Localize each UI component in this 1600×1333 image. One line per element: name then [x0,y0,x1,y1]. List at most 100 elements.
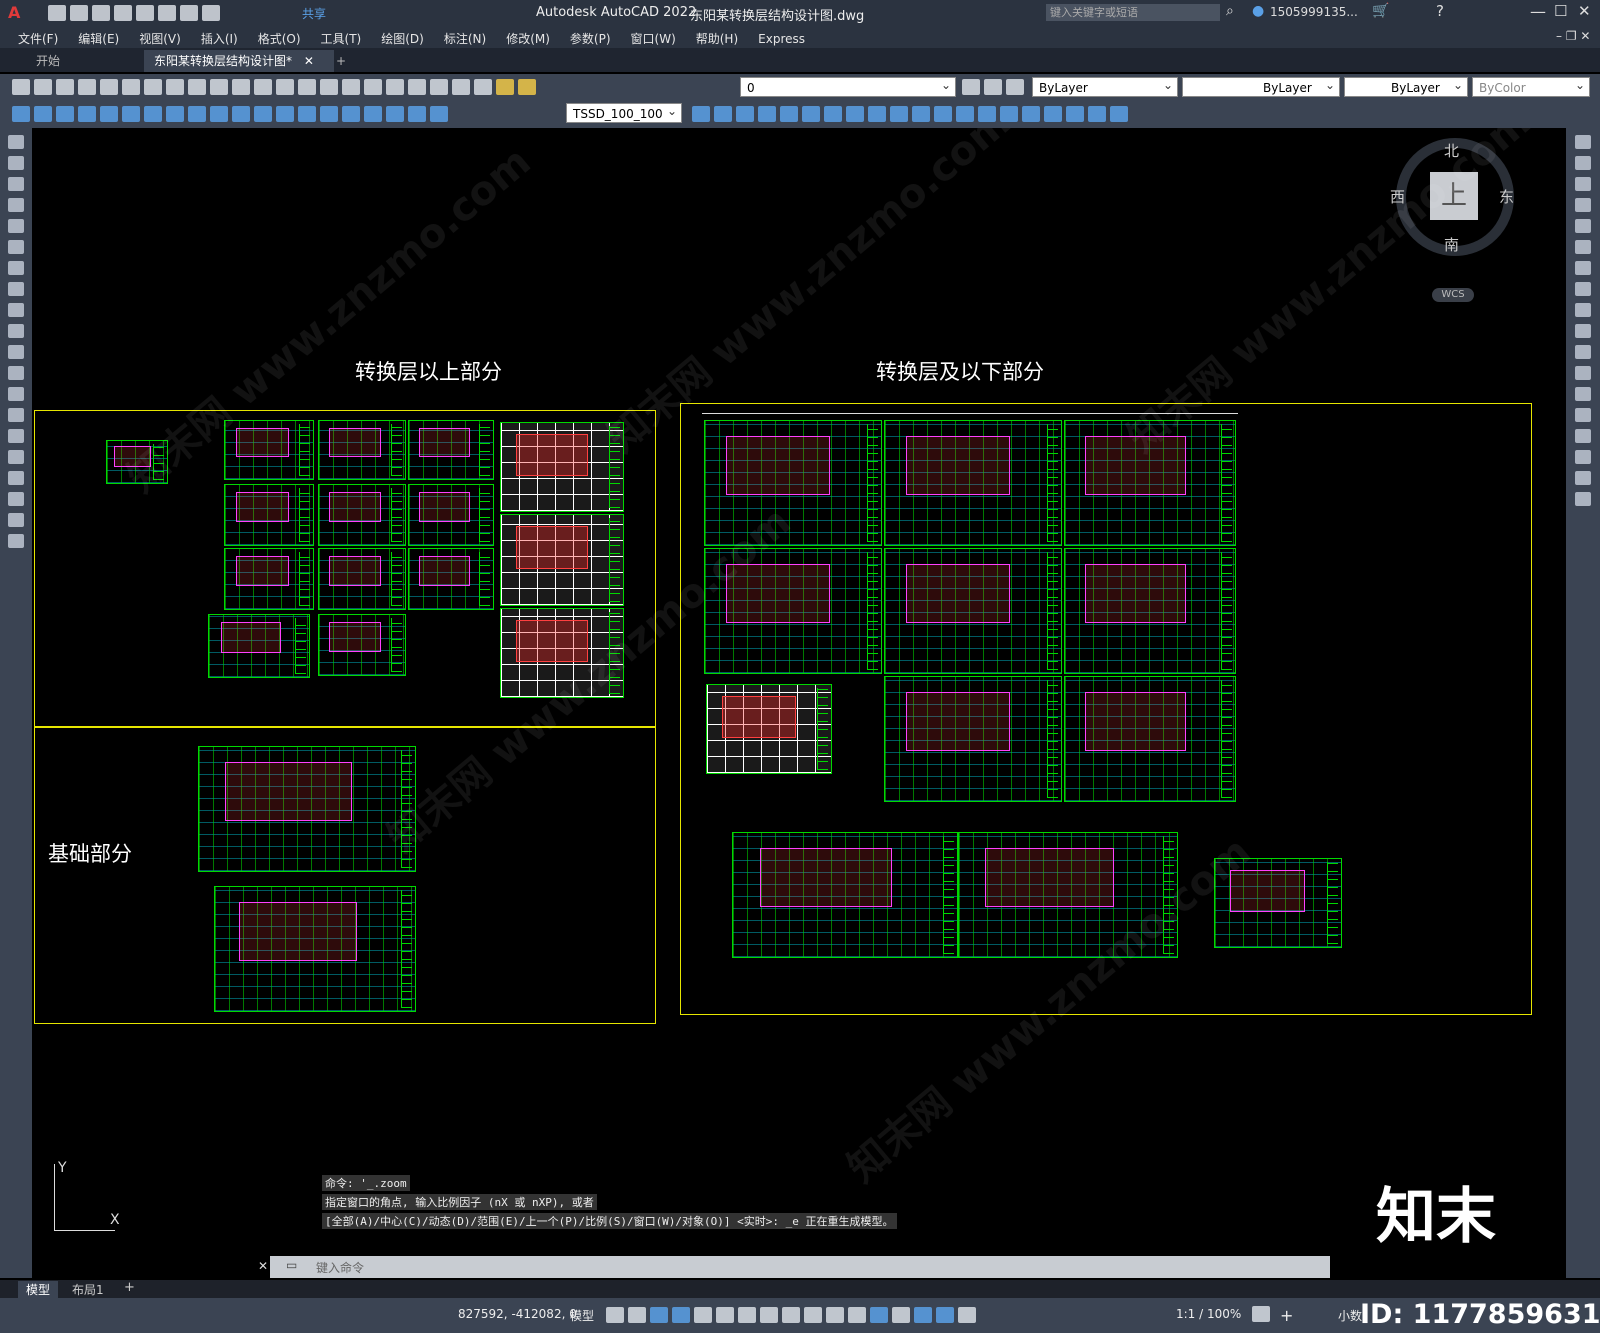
new-tab-button[interactable]: + [326,50,356,72]
menu-item[interactable]: 帮助(H) [696,32,738,46]
drawing-sheet[interactable] [408,420,494,480]
dimstyle-dropdown[interactable]: TSSD_100_100 [566,101,682,123]
ortho-icon[interactable] [672,1307,690,1323]
tab-layout1[interactable]: 布局1 [72,1281,104,1298]
dim-aligned-icon[interactable] [34,106,52,122]
fillet-icon[interactable] [1575,450,1591,464]
dim-jogged-icon[interactable] [122,106,140,122]
chamfer-icon[interactable] [1575,429,1591,443]
drawing-sheet[interactable] [500,422,624,512]
menu-item[interactable]: 窗口(W) [631,32,676,46]
paste-icon[interactable] [188,79,206,95]
move-icon[interactable] [802,106,820,122]
minimize-icon[interactable]: — [1530,2,1546,21]
menu-item[interactable]: 标注(N) [444,32,486,46]
isodraft-icon[interactable] [716,1307,734,1323]
plot-icon[interactable] [122,79,140,95]
viewcube-east[interactable]: 东 [1499,186,1514,207]
command-input[interactable]: 键入命令 [316,1259,364,1276]
grid-icon[interactable] [606,1307,624,1323]
viewcube-south[interactable]: 南 [1444,234,1459,255]
color-dropdown[interactable]: ByLayer [1032,75,1178,97]
calculator-icon[interactable] [430,79,448,95]
break-icon[interactable] [1575,387,1591,401]
annotation-scale[interactable]: 1:1 / 100% [1176,1307,1241,1321]
rectangle-icon[interactable] [8,219,24,233]
dim-continue-icon[interactable] [232,106,250,122]
array-icon[interactable] [1575,219,1591,233]
break-at-point-icon[interactable] [1575,366,1591,380]
copy-object-icon[interactable] [714,106,732,122]
save-as-icon[interactable] [114,5,132,21]
drawing-sheet[interactable] [408,484,494,546]
search-input[interactable]: 键入关键字或短语 [1046,4,1220,21]
table-icon[interactable] [8,492,24,506]
sun-icon[interactable] [518,79,536,95]
command-prompt-icon[interactable]: ▭ [286,1258,297,1272]
menu-item[interactable]: 编辑(E) [78,32,119,46]
join-icon[interactable] [1575,408,1591,422]
drawing-sheet[interactable] [500,514,624,606]
new-icon[interactable] [48,5,66,21]
publish-icon[interactable] [136,5,154,21]
hatch-icon[interactable] [1110,106,1128,122]
drawing-sheet[interactable] [224,548,314,610]
dim-linear-icon[interactable] [12,106,30,122]
ellipse-arc-icon[interactable] [8,345,24,359]
menu-item[interactable]: 参数(P) [570,32,611,46]
menu-item[interactable]: Express [758,32,805,46]
tolerance-icon[interactable] [298,106,316,122]
close-tab-icon[interactable]: ✕ [304,54,314,68]
construction-line-icon[interactable] [8,156,24,170]
dim-diameter-icon[interactable] [144,106,162,122]
chamfer-icon[interactable] [978,106,996,122]
blend-icon[interactable] [1575,471,1591,485]
wcs-button[interactable]: WCS [1432,288,1474,302]
join-icon[interactable] [956,106,974,122]
point-icon[interactable] [8,408,24,422]
workspace-icon[interactable] [1250,1306,1272,1322]
drawing-sheet[interactable] [224,484,314,546]
preview-icon[interactable] [100,79,118,95]
move-icon[interactable] [1575,240,1591,254]
trim-icon[interactable] [1575,324,1591,338]
dim-radius-icon[interactable] [100,106,118,122]
dim-space-icon[interactable] [254,106,272,122]
inspect-icon[interactable] [342,106,360,122]
print-icon[interactable] [158,5,176,21]
selection-cycling-icon[interactable] [826,1307,844,1323]
share-button[interactable]: 共享 [302,5,326,22]
arc-icon[interactable] [8,240,24,254]
open-icon[interactable] [70,5,88,21]
offset-icon[interactable] [1575,198,1591,212]
copy-icon[interactable] [1575,156,1591,170]
break-icon[interactable] [934,106,952,122]
undo-icon[interactable] [232,79,250,95]
menu-item[interactable]: 工具(T) [321,32,362,46]
mirror-icon[interactable] [1575,177,1591,191]
erase-icon[interactable] [1044,106,1062,122]
menu-item[interactable]: 视图(V) [139,32,181,46]
drawing-sheet[interactable] [884,548,1062,674]
copy-icon[interactable] [166,79,184,95]
sheet-set-icon[interactable] [386,79,404,95]
rotate-icon[interactable] [824,106,842,122]
extend-icon[interactable] [1575,345,1591,359]
user-icon[interactable]: ● [1252,3,1264,19]
annotation-visibility-icon[interactable] [936,1307,954,1323]
line-icon[interactable] [8,135,24,149]
help-icon[interactable] [452,79,470,95]
cut-icon[interactable] [144,79,162,95]
stretch-icon[interactable] [868,106,886,122]
cart-icon[interactable]: 🛒 [1372,3,1389,19]
help-icon[interactable]: ? [1436,2,1444,20]
drawing-canvas[interactable]: 转换层以上部分 转换层及以下部分 基础部分 北 西 东 南 上 WCS Y X … [32,128,1566,1278]
menu-item[interactable]: 绘图(D) [381,32,424,46]
mtext-icon[interactable] [8,513,24,527]
selection-filter-icon[interactable] [892,1307,910,1323]
polyline-icon[interactable] [8,177,24,191]
tool-palette-icon[interactable] [364,79,382,95]
linetype-dropdown[interactable]: ByLayer [1182,75,1340,97]
auto-scale-icon[interactable] [958,1307,976,1323]
add-layout-button[interactable]: + [124,1280,135,1295]
